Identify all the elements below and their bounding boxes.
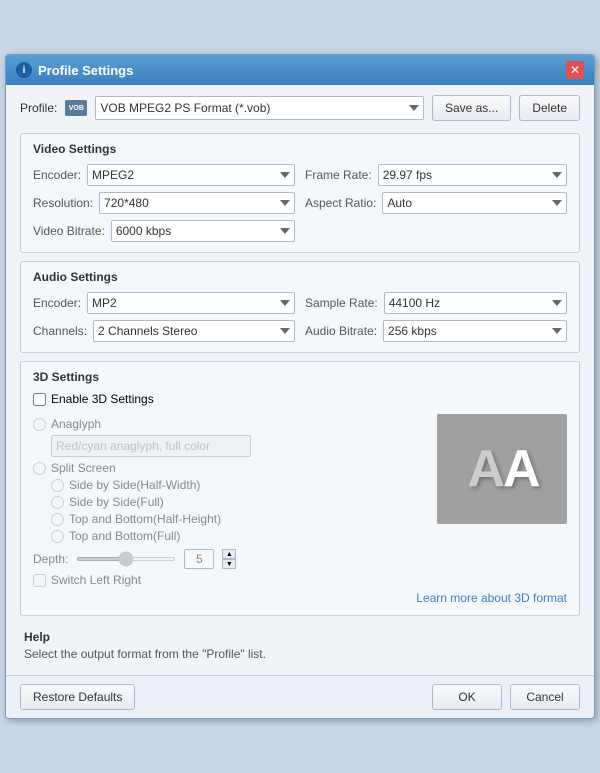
audio-encoder-label: Encoder:: [33, 296, 81, 310]
video-settings-grid: Encoder: MPEG2 Frame Rate: 29.97 fps Res…: [33, 164, 567, 242]
three-d-title: 3D Settings: [33, 370, 567, 384]
anaglyph-radio[interactable]: [33, 418, 46, 431]
split-screen-options: Side by Side(Half-Width) Side by Side(Fu…: [51, 478, 427, 543]
audio-settings-grid: Encoder: MP2 Sample Rate: 44100 Hz Chann…: [33, 292, 567, 342]
video-settings-section: Video Settings Encoder: MPEG2 Frame Rate…: [20, 133, 580, 253]
dialog-title: Profile Settings: [38, 63, 133, 78]
enable-3d-label[interactable]: Enable 3D Settings: [51, 392, 154, 406]
resolution-select[interactable]: 720*480: [99, 192, 295, 214]
top-bottom-half-label[interactable]: Top and Bottom(Half-Height): [69, 512, 221, 526]
three-d-content: Anaglyph Red/cyan anaglyph, full color S…: [33, 414, 567, 587]
audio-settings-section: Audio Settings Encoder: MP2 Sample Rate:…: [20, 261, 580, 353]
top-bottom-half-row: Top and Bottom(Half-Height): [51, 512, 427, 526]
top-bottom-full-row: Top and Bottom(Full): [51, 529, 427, 543]
switch-lr-row: Switch Left Right: [33, 573, 427, 587]
audio-bitrate-select[interactable]: 256 kbps: [383, 320, 567, 342]
side-by-side-full-radio[interactable]: [51, 496, 64, 509]
frame-rate-row: Frame Rate: 29.97 fps: [305, 164, 567, 186]
frame-rate-label: Frame Rate:: [305, 168, 372, 182]
profile-label: Profile:: [20, 101, 57, 115]
depth-down-button[interactable]: ▼: [222, 559, 236, 569]
frame-rate-select[interactable]: 29.97 fps: [378, 164, 567, 186]
depth-value: 5: [184, 549, 214, 569]
side-by-side-full-row: Side by Side(Full): [51, 495, 427, 509]
side-by-side-full-label[interactable]: Side by Side(Full): [69, 495, 164, 509]
learn-more-link[interactable]: Learn more about 3D format: [416, 591, 567, 605]
footer-right: OK Cancel: [432, 684, 580, 710]
encoder-label: Encoder:: [33, 168, 81, 182]
anaglyph-select-row: Red/cyan anaglyph, full color: [51, 435, 427, 457]
top-bottom-full-label[interactable]: Top and Bottom(Full): [69, 529, 180, 543]
delete-button[interactable]: Delete: [519, 95, 580, 121]
profile-format-icon: VOB: [65, 100, 87, 116]
audio-bitrate-label: Audio Bitrate:: [305, 324, 377, 338]
aa-preview-text: AA: [467, 439, 536, 499]
side-by-side-half-radio[interactable]: [51, 479, 64, 492]
side-by-side-half-label[interactable]: Side by Side(Half-Width): [69, 478, 200, 492]
depth-slider[interactable]: [76, 557, 176, 561]
enable-3d-checkbox[interactable]: [33, 393, 46, 406]
anaglyph-row: Anaglyph: [33, 417, 427, 431]
depth-spinner: ▲ ▼: [222, 549, 236, 569]
encoder-row: Encoder: MPEG2: [33, 164, 295, 186]
enable-3d-row: Enable 3D Settings: [33, 392, 567, 406]
learn-more-row: Learn more about 3D format: [33, 591, 567, 605]
audio-encoder-row: Encoder: MP2: [33, 292, 295, 314]
sample-rate-select[interactable]: 44100 Hz: [384, 292, 567, 314]
channels-label: Channels:: [33, 324, 87, 338]
audio-bitrate-row: Audio Bitrate: 256 kbps: [305, 320, 567, 342]
aspect-ratio-row: Aspect Ratio: Auto: [305, 192, 567, 214]
close-button[interactable]: ✕: [566, 61, 584, 79]
dialog-body: Profile: VOB VOB MPEG2 PS Format (*.vob)…: [6, 85, 594, 675]
aa-left: A: [467, 439, 501, 499]
video-bitrate-select[interactable]: 6000 kbps: [111, 220, 295, 242]
split-screen-label[interactable]: Split Screen: [51, 461, 116, 475]
help-text: Select the output format from the "Profi…: [24, 647, 576, 661]
aa-right: A: [503, 439, 537, 499]
three-d-left: Anaglyph Red/cyan anaglyph, full color S…: [33, 414, 427, 587]
resolution-row: Resolution: 720*480: [33, 192, 295, 214]
depth-label: Depth:: [33, 552, 68, 566]
title-bar: i Profile Settings ✕: [6, 55, 594, 85]
video-bitrate-row: Video Bitrate: 6000 kbps: [33, 220, 295, 242]
aspect-ratio-label: Aspect Ratio:: [305, 196, 376, 210]
resolution-label: Resolution:: [33, 196, 93, 210]
top-bottom-full-radio[interactable]: [51, 530, 64, 543]
three-d-preview: AA: [437, 414, 567, 524]
top-bottom-half-radio[interactable]: [51, 513, 64, 526]
save-as-button[interactable]: Save as...: [432, 95, 511, 121]
depth-row: Depth: 5 ▲ ▼: [33, 549, 427, 569]
depth-up-button[interactable]: ▲: [222, 549, 236, 559]
anaglyph-label[interactable]: Anaglyph: [51, 417, 101, 431]
profile-row: Profile: VOB VOB MPEG2 PS Format (*.vob)…: [20, 95, 580, 121]
aspect-ratio-select[interactable]: Auto: [382, 192, 567, 214]
split-screen-row: Split Screen: [33, 461, 427, 475]
channels-select[interactable]: 2 Channels Stereo: [93, 320, 295, 342]
help-title: Help: [24, 630, 576, 644]
side-by-side-half-row: Side by Side(Half-Width): [51, 478, 427, 492]
app-icon: i: [16, 62, 32, 78]
title-bar-left: i Profile Settings: [16, 62, 133, 78]
sample-rate-label: Sample Rate:: [305, 296, 378, 310]
cancel-button[interactable]: Cancel: [510, 684, 580, 710]
switch-lr-checkbox[interactable]: [33, 574, 46, 587]
profile-settings-dialog: i Profile Settings ✕ Profile: VOB VOB MP…: [5, 54, 595, 719]
video-bitrate-label: Video Bitrate:: [33, 224, 105, 238]
video-settings-title: Video Settings: [33, 142, 567, 156]
encoder-select[interactable]: MPEG2: [87, 164, 295, 186]
channels-row: Channels: 2 Channels Stereo: [33, 320, 295, 342]
anaglyph-option-select[interactable]: Red/cyan anaglyph, full color: [51, 435, 251, 457]
sample-rate-row: Sample Rate: 44100 Hz: [305, 292, 567, 314]
profile-select[interactable]: VOB MPEG2 PS Format (*.vob): [95, 96, 424, 120]
three-d-settings-section: 3D Settings Enable 3D Settings Anaglyph …: [20, 361, 580, 616]
audio-encoder-select[interactable]: MP2: [87, 292, 295, 314]
switch-lr-label[interactable]: Switch Left Right: [51, 573, 141, 587]
restore-defaults-button[interactable]: Restore Defaults: [20, 684, 135, 710]
help-section: Help Select the output format from the "…: [20, 624, 580, 665]
audio-settings-title: Audio Settings: [33, 270, 567, 284]
dialog-footer: Restore Defaults OK Cancel: [6, 675, 594, 718]
ok-button[interactable]: OK: [432, 684, 502, 710]
split-screen-radio[interactable]: [33, 462, 46, 475]
